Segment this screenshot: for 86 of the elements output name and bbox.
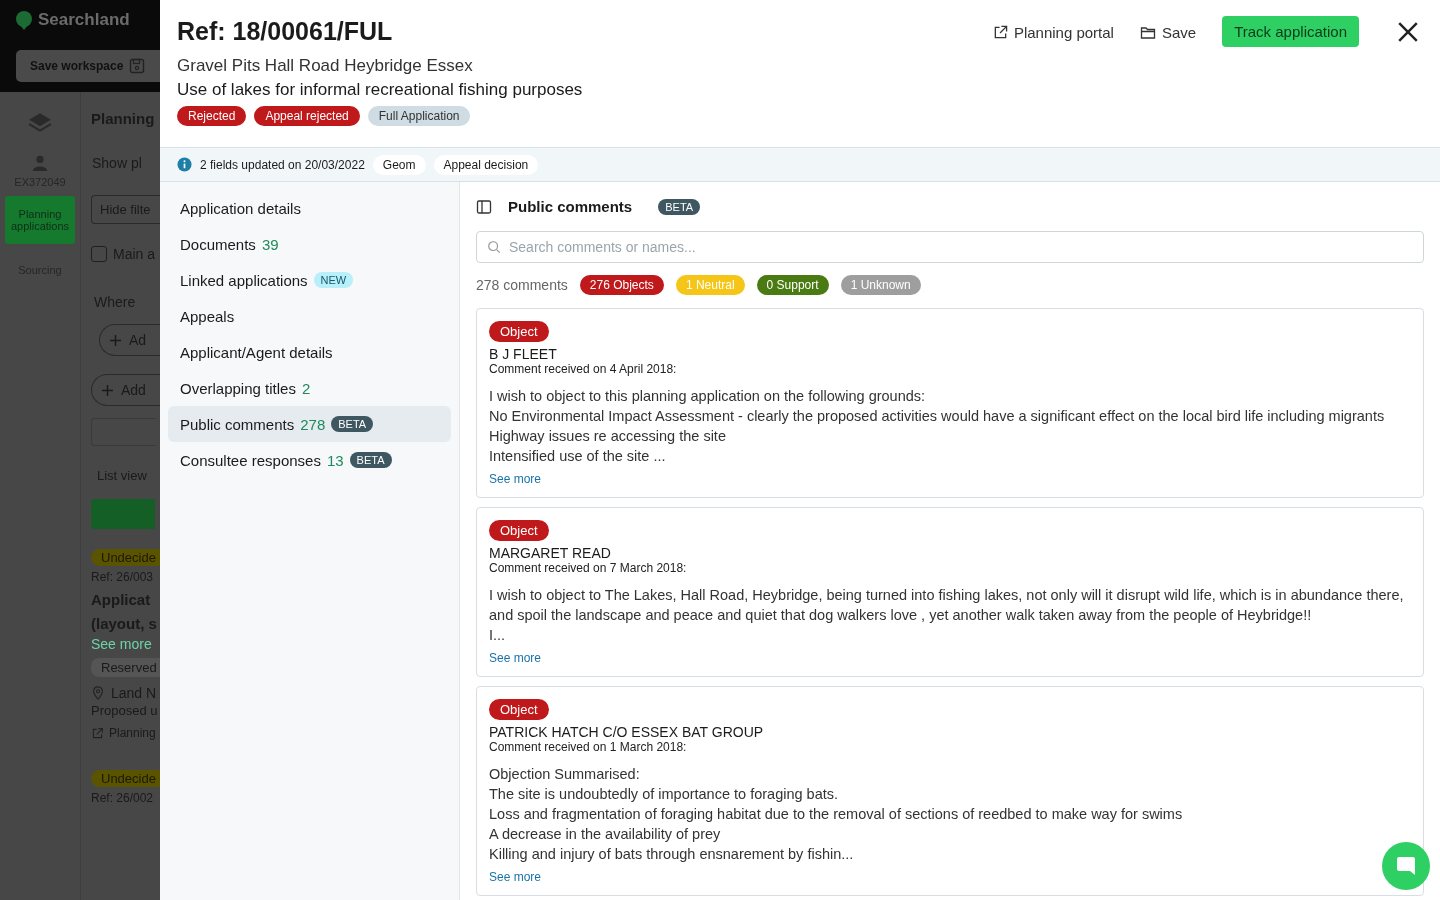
tag: Reserved [91, 658, 160, 677]
updated-field-chip: Appeal decision [433, 154, 539, 175]
nav-label: Consultee responses [180, 451, 321, 469]
track-application-button[interactable]: Track application [1222, 16, 1359, 47]
status-tag: Undecide [91, 549, 160, 566]
commenter-name: MARGARET READ [489, 545, 612, 561]
application-reference: Ref: 18/00061/FUL [177, 17, 394, 46]
stance-tag: Object [489, 321, 549, 342]
panel-title: Public comments [508, 198, 633, 215]
comment-text: No Environmental Impact Assessment - clearly the proposed activities would have a significant effect on the local bird life including migrants [489, 407, 1386, 426]
info-icon [177, 157, 192, 172]
comment-date: Comment received on 4 April 2018: [489, 362, 678, 376]
badge: NEW [313, 272, 354, 288]
folder-icon [1139, 24, 1156, 41]
stance-count-badge[interactable]: 0 Support [756, 275, 829, 295]
updated-field-chip: Geom [372, 154, 426, 175]
count: 278 [300, 415, 326, 433]
nav-item[interactable]: Consultee responses 13 BETA [168, 442, 451, 478]
count: 13 [326, 451, 344, 469]
count: 39 [261, 235, 279, 253]
application-description: Use of lakes for informal recreational fishing purposes [177, 80, 583, 100]
chat-icon [1394, 854, 1418, 878]
comment-text: Objection Summarised: [489, 765, 641, 784]
plus-icon [102, 384, 113, 396]
apply-button[interactable] [91, 499, 155, 529]
nav-label: Overlapping titles [180, 379, 296, 397]
comment-count: 278 comments [476, 277, 568, 293]
commenter-name: B J FLEET [489, 346, 558, 362]
nav-item[interactable]: Application details [168, 190, 451, 226]
nav-item[interactable]: Appeals [168, 298, 451, 334]
external-link-icon [992, 25, 1008, 40]
save-icon [129, 58, 146, 74]
comment-date: Comment received on 1 March 2018: [489, 740, 688, 754]
see-more-link[interactable]: See more [489, 472, 542, 486]
badge: BETA [331, 416, 374, 432]
count: 2 [301, 379, 311, 397]
nav-label: Appeals [180, 307, 235, 325]
comment-text: Intensified use of the site ... [489, 447, 667, 466]
nav-item[interactable]: Documents 39 [168, 226, 451, 262]
plus-icon [110, 334, 121, 346]
nav-item[interactable]: Linked applications NEW [168, 262, 451, 298]
nav-item[interactable]: Applicant/Agent details [168, 334, 451, 370]
external-link-icon [91, 726, 104, 740]
nav-item[interactable]: Overlapping titles 2 [168, 370, 451, 406]
nav-label: Documents [180, 235, 256, 253]
status-tag: Full Application [367, 106, 471, 126]
nav-label: Application details [180, 199, 301, 217]
comment-text: The site is undoubtedly of importance to foraging bats. [489, 785, 839, 804]
status-tag: Appeal rejected [254, 106, 360, 126]
chat-button[interactable] [1382, 842, 1430, 890]
planning-portal-button[interactable]: Planning portal [992, 16, 1114, 49]
close-icon[interactable] [1397, 21, 1419, 43]
badge: BETA [349, 452, 392, 468]
comment-text: Loss and fragmentation of foraging habitat due to the removal of sections of reedbed to make way for swims [489, 805, 1184, 824]
address: Gravel Pits Hall Road Heybridge Essex [177, 56, 474, 76]
status-tag: Rejected [177, 106, 247, 126]
sidebar-toggle-icon[interactable] [476, 198, 492, 215]
checkbox[interactable] [91, 246, 107, 262]
see-more-link[interactable]: See more [489, 651, 542, 665]
nav-label: Applicant/Agent details [180, 343, 333, 361]
stance-tag: Object [489, 699, 549, 720]
comment-text: Highway issues re accessing the site [489, 427, 727, 446]
status-tag: Undecide [91, 770, 160, 787]
comment-text: Killing and injury of bats through ensnarement by fishin... [489, 845, 855, 864]
see-more-link[interactable]: See more [489, 870, 542, 884]
comment-text: I wish to object to The Lakes, Hall Road, Heybridge, being turned into fishing lakes, not only will it disrupt wild life, which is in abundance there, and spoil the landscape and peace and quiet that dog walkers love , yet another walk taken away from the people of Heybridge!! [489, 586, 1405, 625]
location-icon [91, 686, 105, 700]
badge: BETA [658, 198, 701, 215]
update-notice: 2 fields updated on 20/03/2022 [200, 157, 365, 172]
nav-label: Public comments [180, 415, 295, 433]
commenter-name: PATRICK HATCH C/O ESSEX BAT GROUP [489, 724, 765, 740]
nav-label: Linked applications [180, 271, 308, 289]
save-button[interactable]: Save [1139, 16, 1197, 49]
user-icon[interactable] [31, 154, 49, 172]
nav-item[interactable]: Public comments 278 BETA [168, 406, 451, 442]
search-icon [487, 240, 501, 254]
comment-text: A decrease in the availability of prey [489, 825, 722, 844]
comment-text: I... [489, 626, 507, 645]
stance-tag: Object [489, 520, 549, 541]
logo-text: Searchland [38, 10, 130, 30]
search-field[interactable]: Search comments or names... [476, 231, 1424, 263]
pin-icon [14, 10, 34, 30]
see-more-link[interactable]: See more [91, 636, 152, 652]
comment-date: Comment received on 7 March 2018: [489, 561, 688, 575]
comment-text: I wish to object to this planning application on the following grounds: [489, 387, 927, 406]
stance-count-badge[interactable]: 276 Objects [579, 275, 664, 295]
